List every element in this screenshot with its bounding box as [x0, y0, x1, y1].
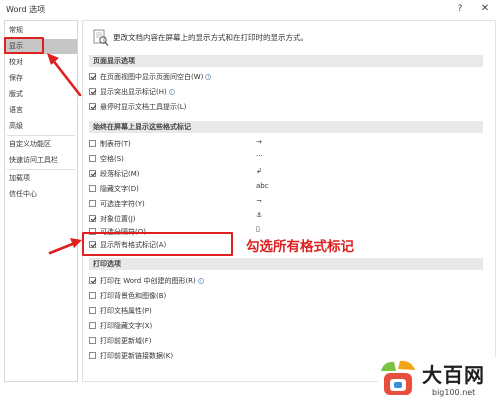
info-icon: i — [205, 73, 212, 80]
annotation-text: 勾选所有格式标记 — [246, 239, 354, 255]
checkbox-show-whitespace[interactable] — [89, 73, 96, 80]
sidebar-divider — [7, 135, 75, 136]
option-label: 打印文档属性(P) — [100, 306, 152, 315]
option-label: 显示突出显示标记(H) — [100, 87, 167, 96]
option-label: 打印隐藏文字(X) — [100, 321, 153, 330]
sidebar-item-language[interactable]: 语言 — [5, 103, 77, 118]
section-header-page-display: 页面显示选项 — [89, 55, 483, 67]
option-show-highlighter-marks[interactable]: 显示突出显示标记(H) i — [89, 86, 175, 97]
checkbox-object-anchors[interactable] — [89, 215, 96, 222]
option-update-links-before-print[interactable]: 打印前更新链接数据(K) — [89, 350, 173, 361]
info-icon: i — [197, 277, 204, 284]
checkbox-spaces[interactable] — [89, 155, 96, 162]
watermark-url: big100.net — [432, 388, 476, 397]
hidden-text-mark-symbol: abc — [256, 182, 269, 190]
option-label: 打印前更新域(F) — [100, 336, 152, 345]
sidebar-item-general[interactable]: 常规 — [5, 23, 77, 38]
hyphen-mark-symbol: ¬ — [256, 197, 262, 205]
watermark: 大百网 big100.net — [378, 357, 498, 402]
sidebar-highlight-box — [4, 37, 44, 54]
sidebar-item-add-ins[interactable]: 加载项 — [5, 171, 77, 186]
option-update-fields-before-print[interactable]: 打印前更新域(F) — [89, 335, 152, 346]
option-label: 空格(S) — [100, 154, 124, 163]
option-label: 隐藏文字(D) — [100, 184, 139, 193]
option-hidden-text[interactable]: 隐藏文字(D) — [89, 183, 139, 194]
option-label: 制表符(T) — [100, 139, 131, 148]
space-mark-symbol: ··· — [256, 152, 263, 160]
tab-mark-symbol: → — [256, 138, 262, 146]
checkbox-print-document-properties[interactable] — [89, 307, 96, 314]
checkbox-show-highlighter-marks[interactable] — [89, 88, 96, 95]
checkbox-update-links-before-print[interactable] — [89, 352, 96, 359]
checkbox-show-document-tooltips[interactable] — [89, 103, 96, 110]
anchor-mark-symbol: ⚓ — [256, 211, 263, 219]
checkbox-paragraph-marks[interactable] — [89, 170, 96, 177]
info-icon: i — [168, 88, 175, 95]
title-bar: Word 选项 ? ✕ — [0, 0, 500, 18]
option-spaces[interactable]: 空格(S) — [89, 153, 124, 164]
option-highlight-box — [82, 232, 233, 256]
checkbox-optional-hyphens[interactable] — [89, 200, 96, 207]
checkbox-print-hidden-text[interactable] — [89, 322, 96, 329]
checkbox-update-fields-before-print[interactable] — [89, 337, 96, 344]
option-object-anchors[interactable]: 对象位置(J) — [89, 213, 136, 224]
option-label: 打印在 Word 中创建的图形(R) — [100, 276, 196, 285]
checkbox-tab-characters[interactable] — [89, 140, 96, 147]
option-show-document-tooltips[interactable]: 悬停时显示文档工具提示(L) — [89, 101, 186, 112]
option-label: 打印前更新链接数据(K) — [100, 351, 174, 360]
option-paragraph-marks[interactable]: 段落标记(M) — [89, 168, 140, 179]
option-label: 在页面视图中显示页面间空白(W) — [100, 72, 204, 81]
window-title: Word 选项 — [6, 5, 46, 14]
section-header-print-options: 打印选项 — [89, 258, 483, 270]
sidebar-arrow-icon — [47, 53, 82, 97]
section-header-formatting-marks: 始终在屏幕上显示这些格式标记 — [89, 121, 483, 133]
option-optional-hyphens[interactable]: 可选连字符(Y) — [89, 198, 145, 209]
checkbox-print-drawings[interactable] — [89, 277, 96, 284]
sidebar-divider — [7, 169, 75, 170]
option-print-hidden-text[interactable]: 打印隐藏文字(X) — [89, 320, 152, 331]
option-label: 对象位置(J) — [100, 214, 136, 223]
watermark-logo-icon — [381, 360, 415, 395]
option-label: 悬停时显示文档工具提示(L) — [100, 102, 187, 111]
option-print-drawings[interactable]: 打印在 Word 中创建的图形(R) i — [89, 275, 204, 286]
paragraph-mark-symbol: ↲ — [256, 167, 262, 175]
option-print-background[interactable]: 打印背景色和图像(B) — [89, 290, 166, 301]
optional-break-mark-symbol: ▯ — [256, 225, 260, 233]
option-label: 可选连字符(Y) — [100, 199, 145, 208]
intro-description: 更改文档内容在屏幕上的显示方式和在打印时的显示方式。 — [113, 33, 308, 42]
sidebar-item-customize-ribbon[interactable]: 自定义功能区 — [5, 137, 77, 152]
option-label: 打印背景色和图像(B) — [100, 291, 167, 300]
sidebar-item-advanced[interactable]: 高级 — [5, 119, 77, 134]
option-label: 段落标记(M) — [100, 169, 140, 178]
option-print-document-properties[interactable]: 打印文档属性(P) — [89, 305, 152, 316]
help-button[interactable]: ? — [453, 2, 467, 16]
close-button[interactable]: ✕ — [478, 2, 492, 16]
watermark-title: 大百网 — [422, 363, 485, 387]
checkbox-hidden-text[interactable] — [89, 185, 96, 192]
checkbox-print-background[interactable] — [89, 292, 96, 299]
sidebar-item-quick-access-toolbar[interactable]: 快速访问工具栏 — [5, 153, 77, 168]
option-show-whitespace[interactable]: 在页面视图中显示页面间空白(W) i — [89, 71, 212, 82]
sidebar-item-trust-center[interactable]: 信任中心 — [5, 187, 77, 202]
options-main-panel: 更改文档内容在屏幕上的显示方式和在打印时的显示方式。 页面显示选项 在页面视图中… — [82, 20, 496, 382]
document-magnifier-icon — [93, 29, 109, 46]
option-tab-characters[interactable]: 制表符(T) — [89, 138, 131, 149]
option-arrow-icon — [48, 238, 82, 255]
